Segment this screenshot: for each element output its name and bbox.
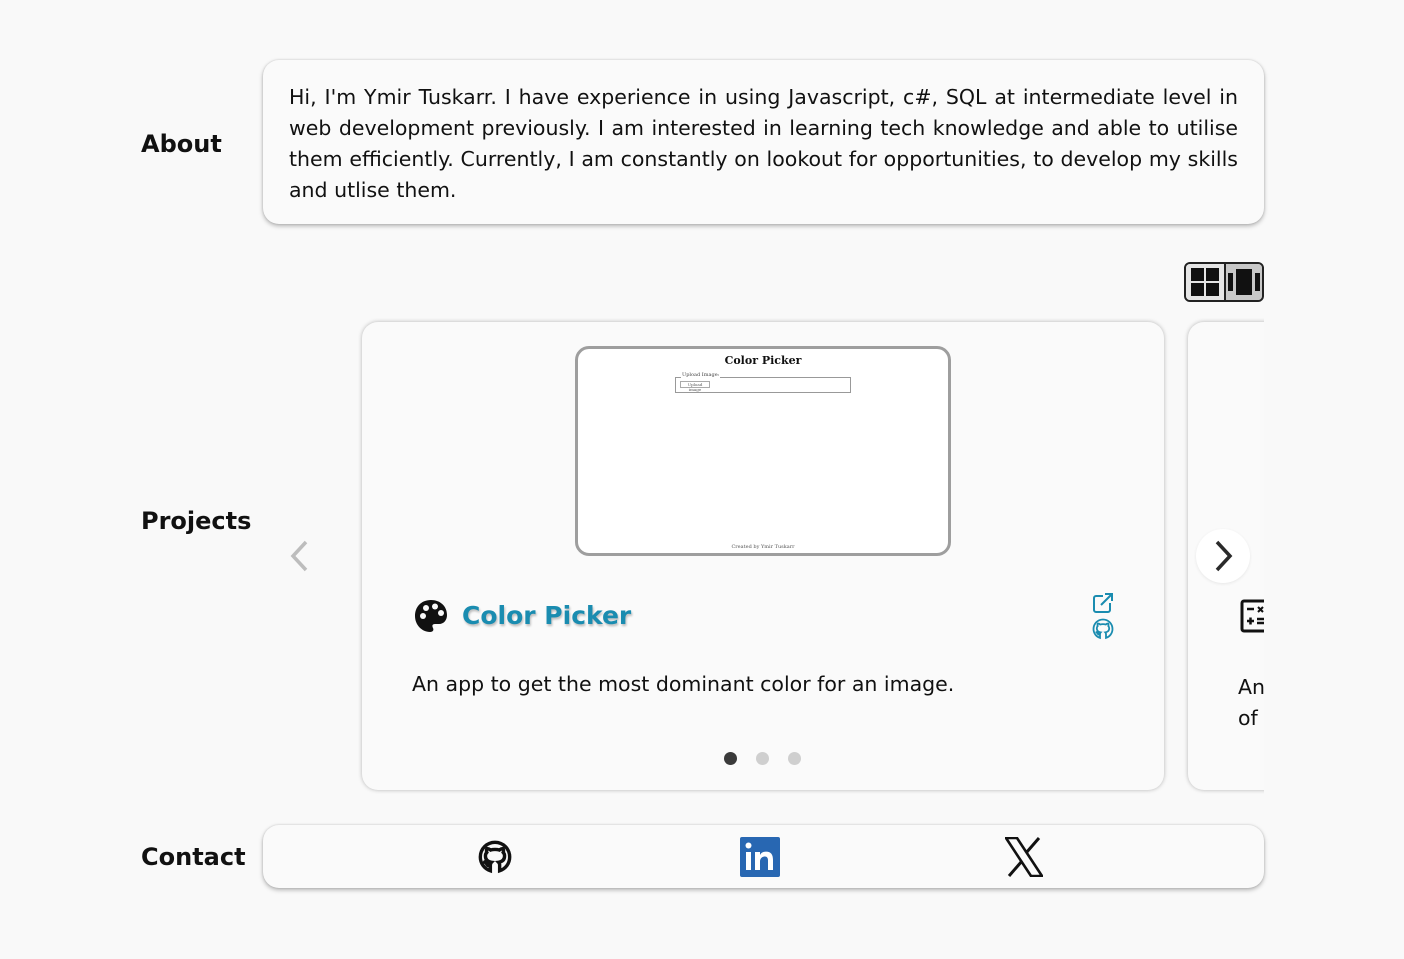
contact-heading: Contact xyxy=(141,843,246,871)
carousel-next-button[interactable] xyxy=(1196,529,1250,583)
preview-title: Color Picker xyxy=(724,354,802,367)
linkedin-link[interactable] xyxy=(739,835,781,879)
contact-card xyxy=(263,825,1264,888)
carousel-view-icon xyxy=(1228,269,1260,295)
grid-view-button[interactable] xyxy=(1186,264,1224,300)
x-icon xyxy=(1005,837,1043,877)
project-description: An app to get the most dominant color fo… xyxy=(412,672,955,696)
preview-upload-button: Upload image xyxy=(680,381,710,392)
project-title[interactable]: Color Picker xyxy=(462,601,631,630)
about-card: Hi, I'm Ymir Tuskarr. I have experience … xyxy=(263,60,1264,224)
next-desc-line1: An xyxy=(1238,675,1264,699)
next-desc-line2: of xyxy=(1238,706,1258,730)
x-link[interactable] xyxy=(1003,835,1045,879)
palette-icon xyxy=(415,600,447,632)
next-project-description: An of xyxy=(1238,672,1264,734)
chevron-right-icon xyxy=(1215,540,1233,572)
github-icon[interactable] xyxy=(1092,618,1114,640)
linkedin-icon xyxy=(740,837,780,877)
preview-footer: Created by Ymir Tuskarr xyxy=(731,544,795,550)
projects-heading: Projects xyxy=(141,507,252,535)
pagination-dot[interactable] xyxy=(788,752,801,765)
calculator-icon xyxy=(1240,599,1264,633)
chevron-left-icon xyxy=(290,540,308,572)
carousel-pagination xyxy=(724,752,801,765)
about-heading: About xyxy=(141,130,222,158)
external-link-icon[interactable] xyxy=(1092,592,1114,614)
carousel-prev-button[interactable] xyxy=(273,529,327,583)
carousel-view-button[interactable] xyxy=(1224,264,1262,300)
github-link[interactable] xyxy=(476,835,514,879)
github-icon xyxy=(478,840,512,874)
projects-carousel: Color Picker Upload Image: Upload image … xyxy=(358,318,1264,794)
pagination-dot[interactable] xyxy=(756,752,769,765)
grid-view-icon xyxy=(1191,268,1219,296)
view-toggle[interactable] xyxy=(1184,262,1264,302)
about-text: Hi, I'm Ymir Tuskarr. I have experience … xyxy=(289,85,1238,202)
preview-field-legend: Upload Image: xyxy=(681,372,721,378)
pagination-dot[interactable] xyxy=(724,752,737,765)
project-card-color-picker: Color Picker Upload Image: Upload image … xyxy=(362,322,1164,790)
project-preview-image[interactable]: Color Picker Upload Image: Upload image … xyxy=(575,346,951,556)
